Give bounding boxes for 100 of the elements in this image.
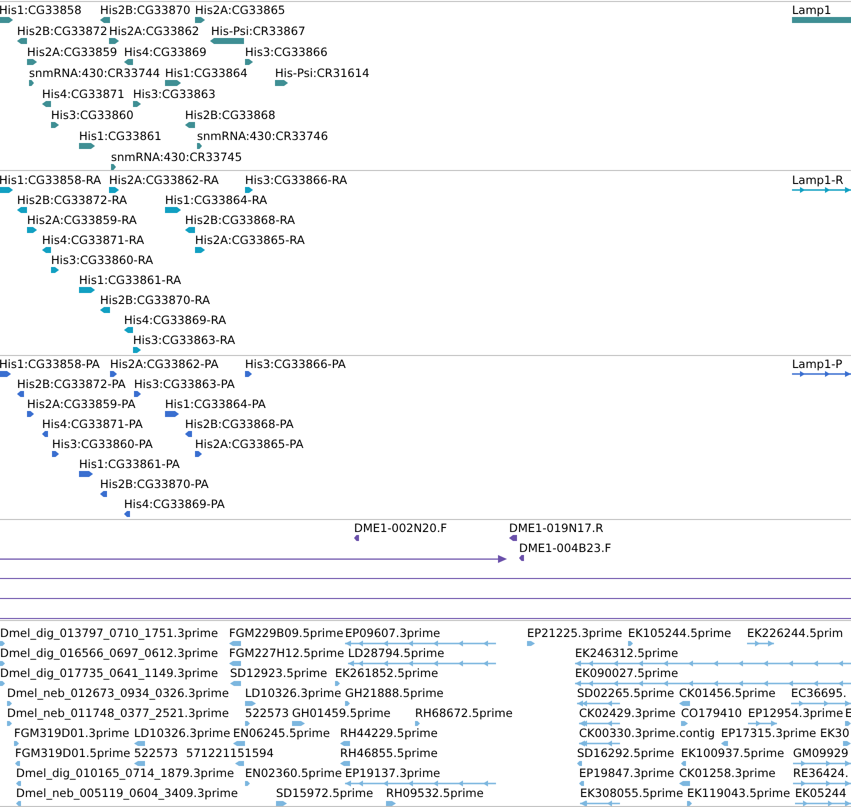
feature-glyph[interactable] bbox=[245, 186, 253, 194]
feature-label: His3:CG33863-PA bbox=[134, 377, 235, 391]
feature-glyph[interactable] bbox=[195, 450, 202, 458]
feature-label: His2A:CG33859 bbox=[27, 45, 118, 59]
feature-glyph[interactable] bbox=[519, 554, 524, 562]
feature-label: His3:CG33866 bbox=[245, 45, 328, 59]
feature-label: Lamp1-R bbox=[792, 173, 844, 187]
feature-label: His2B:CG33872-RA bbox=[17, 193, 127, 207]
feature-label: DME1-019N17.R bbox=[509, 521, 604, 535]
feature-glyph[interactable] bbox=[210, 37, 244, 45]
feature-glyph[interactable] bbox=[165, 410, 179, 418]
feature-label: FGM319D01.5prime bbox=[15, 746, 130, 760]
feature-label: His-Psi:CR31614 bbox=[275, 66, 370, 80]
feature-label: EK308055.5prime bbox=[580, 786, 684, 800]
feature-glyph[interactable] bbox=[109, 37, 119, 45]
feature-glyph[interactable] bbox=[124, 58, 133, 66]
feature-glyph[interactable] bbox=[109, 186, 119, 194]
feature-glyph[interactable] bbox=[100, 306, 110, 314]
feature-label: His4:CG33871-RA bbox=[42, 233, 144, 247]
feature-label: EK246312.5prime bbox=[575, 646, 678, 660]
feature-glyph[interactable] bbox=[42, 100, 51, 108]
feature-label: CK02429.3prime bbox=[579, 706, 676, 720]
feature-label: EK090027.5prime bbox=[575, 666, 678, 680]
feature-label: EK119043.5prime bbox=[687, 786, 790, 800]
feature-glyph[interactable] bbox=[79, 286, 95, 294]
feature-glyph[interactable] bbox=[354, 534, 359, 542]
feature-label: LD10326.3prime bbox=[245, 686, 342, 700]
feature-glyph[interactable] bbox=[17, 390, 24, 398]
feature-label: RE36424. bbox=[793, 766, 848, 780]
feature-label: His2A:CG33859-RA bbox=[27, 213, 137, 227]
feature-label: SD15972.5prime bbox=[276, 786, 374, 800]
feature-glyph[interactable] bbox=[195, 246, 205, 254]
feature-label: His2A:CG33865-PA bbox=[195, 437, 304, 451]
feature-glyph[interactable] bbox=[185, 430, 192, 438]
feature-glyph[interactable] bbox=[100, 16, 110, 24]
feature-glyph[interactable] bbox=[42, 246, 51, 254]
feature-label: EP19847.3prime bbox=[579, 766, 674, 780]
feature-glyph[interactable] bbox=[79, 142, 95, 150]
feature-glyph[interactable] bbox=[0, 370, 11, 378]
feature-label: 571221151594 bbox=[186, 746, 274, 760]
feature-glyph[interactable] bbox=[134, 390, 141, 398]
feature-label: His3:CG33860-PA bbox=[52, 437, 153, 451]
feature-label: Dmel_dig_016566_0697_0612.3prime bbox=[0, 646, 218, 660]
feature-glyph[interactable] bbox=[111, 163, 116, 170]
feature-label: CO179410 bbox=[681, 706, 742, 720]
feature-glyph[interactable] bbox=[124, 510, 130, 518]
feature-glyph[interactable] bbox=[275, 79, 288, 87]
feature-glyph[interactable] bbox=[0, 16, 13, 24]
feature-glyph[interactable] bbox=[17, 37, 27, 45]
feature-glyph[interactable] bbox=[185, 226, 195, 234]
feature-glyph[interactable] bbox=[133, 100, 141, 108]
feature-label: His2B:CG33872 bbox=[17, 24, 108, 38]
feature-label: 522573 bbox=[245, 706, 289, 720]
feature-glyph[interactable] bbox=[792, 186, 851, 194]
feature-glyph[interactable] bbox=[165, 79, 181, 87]
feature-glyph[interactable] bbox=[245, 370, 252, 378]
feature-label: His2B:CG33870-RA bbox=[100, 293, 210, 307]
feature-glyph[interactable] bbox=[27, 226, 37, 234]
feature-glyph[interactable] bbox=[51, 266, 59, 274]
feature-label: His1:CG33861-RA bbox=[79, 273, 182, 287]
feature-glyph[interactable] bbox=[0, 186, 13, 194]
feature-label: His2B:CG33868 bbox=[185, 108, 276, 122]
feature-label: His4:CG33869 bbox=[124, 45, 207, 59]
feature-glyph[interactable] bbox=[51, 121, 59, 129]
feature-glyph[interactable] bbox=[52, 450, 59, 458]
feature-label: RH46855.5prime bbox=[340, 746, 438, 760]
feature-glyph[interactable] bbox=[509, 534, 517, 542]
feature-glyph[interactable] bbox=[165, 206, 181, 214]
feature-label: His2A:CG33859-PA bbox=[27, 397, 136, 411]
feature-label: His2B:CG33870 bbox=[100, 3, 190, 17]
feature-glyph[interactable] bbox=[197, 142, 202, 150]
feature-label: Dmel_dig_017735_0641_1149.3prime bbox=[0, 666, 218, 680]
feature-label: EC36695. bbox=[791, 686, 847, 700]
feature-glyph[interactable] bbox=[185, 121, 195, 129]
feature-glyph[interactable] bbox=[110, 370, 117, 378]
feature-label: His2B:CG33870-PA bbox=[100, 477, 209, 491]
feature-label: His3:CG33863-RA bbox=[133, 333, 236, 347]
feature-label: EN06245.5prime bbox=[233, 726, 330, 740]
feature-label: CK01456.5prime bbox=[679, 686, 776, 700]
feature-glyph[interactable] bbox=[792, 16, 851, 24]
feature-glyph[interactable] bbox=[79, 470, 93, 478]
feature-label: snmRNA:430:CR33744 bbox=[29, 66, 160, 80]
feature-glyph[interactable] bbox=[124, 326, 133, 334]
feature-label: EP09607.3prime bbox=[345, 626, 440, 640]
feature-label: Dmel_neb_012673_0934_0326.3prime bbox=[7, 686, 229, 700]
feature-glyph[interactable] bbox=[27, 410, 34, 418]
feature-glyph[interactable] bbox=[792, 370, 851, 378]
feature-glyph[interactable] bbox=[29, 79, 34, 87]
feature-label: His1:CG33864-PA bbox=[165, 397, 266, 411]
feature-glyph[interactable] bbox=[245, 58, 253, 66]
feature-label: EP19137.3prime bbox=[345, 766, 440, 780]
feature-label: His1:CG33858-RA bbox=[0, 173, 102, 187]
feature-glyph[interactable] bbox=[27, 58, 37, 66]
feature-label: EK226244.5prim bbox=[747, 626, 844, 640]
feature-glyph[interactable] bbox=[100, 490, 107, 498]
feature-glyph[interactable] bbox=[195, 16, 205, 24]
feature-glyph[interactable] bbox=[42, 430, 48, 438]
feature-label: His1:CG33858-PA bbox=[0, 357, 100, 371]
feature-glyph[interactable] bbox=[17, 206, 27, 214]
feature-label: Dmel_neb_011748_0377_2521.3prime bbox=[7, 706, 229, 720]
